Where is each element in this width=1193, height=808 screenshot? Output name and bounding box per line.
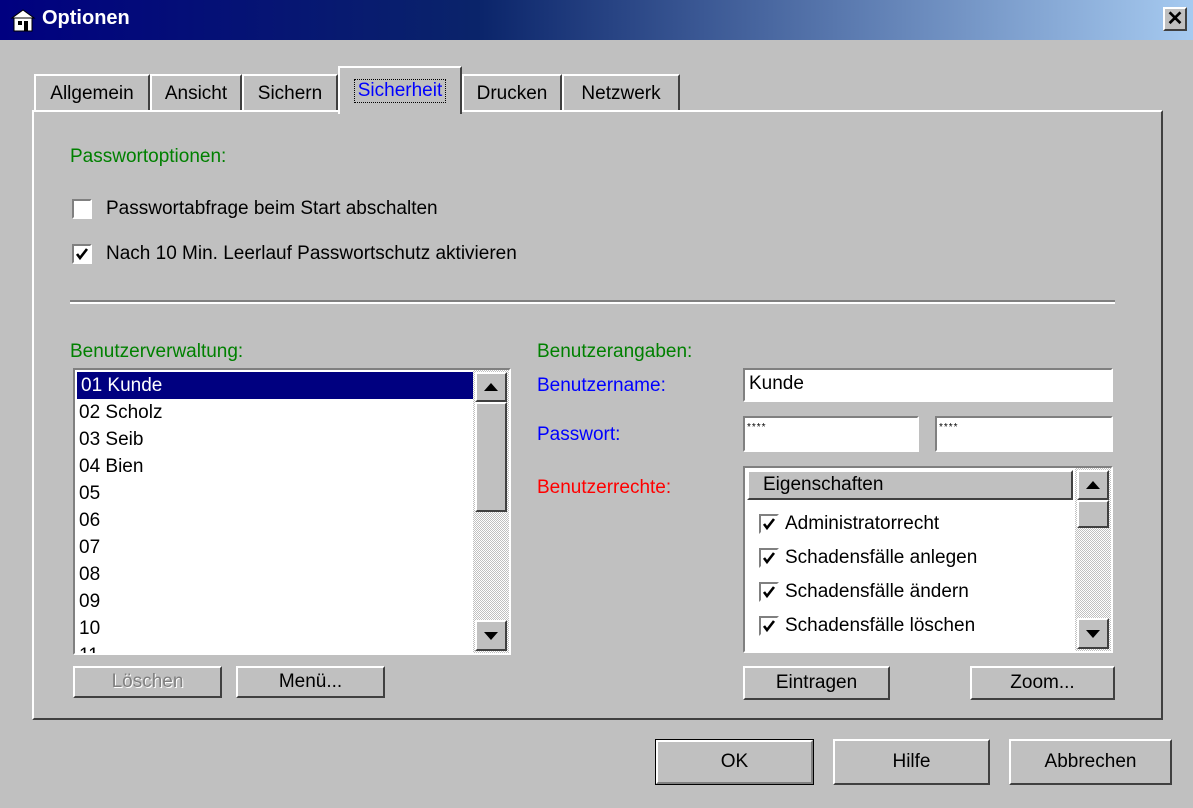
tab-label: Sichern — [257, 83, 323, 104]
scroll-up-button[interactable] — [1077, 470, 1109, 500]
right-label: Administratorrecht — [785, 513, 940, 534]
tab-label: Netzwerk — [581, 83, 661, 104]
rights-column-header[interactable]: Eigenschaften — [747, 470, 1073, 500]
list-item[interactable]: 10 — [79, 615, 100, 642]
window-title: Optionen — [42, 7, 130, 29]
user-list-scrollbar[interactable] — [473, 370, 509, 653]
scroll-up-button[interactable] — [475, 372, 507, 402]
checkmark-icon — [762, 518, 776, 531]
list-item[interactable]: 07 — [79, 534, 100, 561]
right-checkbox[interactable] — [759, 616, 779, 636]
close-icon: ✕ — [1166, 8, 1184, 30]
arrow-up-icon — [484, 383, 498, 391]
close-button[interactable]: ✕ — [1163, 7, 1187, 31]
right-checkbox[interactable] — [759, 548, 779, 568]
button-label: Zoom... — [1010, 672, 1075, 693]
tab-ansicht[interactable]: Ansicht — [150, 74, 242, 112]
help-button[interactable]: Hilfe — [833, 739, 990, 785]
list-item[interactable]: 02 Scholz — [79, 399, 162, 426]
list-item[interactable]: 04 Bien — [79, 453, 143, 480]
right-administrator[interactable]: Administratorrecht — [759, 507, 939, 541]
scroll-down-button[interactable] — [1077, 618, 1109, 649]
password-label: Passwort: — [537, 424, 621, 445]
button-label: Eintragen — [775, 672, 858, 693]
list-item[interactable]: 08 — [79, 561, 100, 588]
tab-label: Allgemein — [50, 83, 134, 104]
checkmark-icon — [762, 552, 776, 565]
user-list[interactable]: 01 Kunde 02 Scholz 03 Seib 04 Bien 05 06… — [73, 368, 511, 655]
title-bar[interactable]: Optionen ✕ — [0, 0, 1193, 40]
tab-sicherheit[interactable]: Sicherheit — [338, 66, 462, 114]
zoom-button[interactable]: Zoom... — [970, 666, 1115, 700]
tab-label: Drucken — [476, 83, 548, 104]
enter-button[interactable]: Eintragen — [743, 666, 890, 700]
user-details-heading: Benutzerangaben: — [537, 341, 693, 362]
ok-button[interactable]: OK — [655, 739, 814, 785]
idle-lock-option[interactable]: Nach 10 Min. Leerlauf Passwortschutz akt… — [72, 243, 517, 265]
list-item[interactable]: 05 — [79, 480, 100, 507]
checkmark-icon — [75, 248, 89, 261]
username-label: Benutzername: — [537, 375, 666, 396]
menu-button[interactable]: Menü... — [236, 666, 385, 698]
password-options-heading: Passwortoptionen: — [70, 146, 227, 167]
password-input[interactable]: **** — [743, 416, 919, 452]
arrow-down-icon — [1086, 629, 1100, 638]
scroll-down-button[interactable] — [475, 620, 507, 651]
password-confirm-input[interactable]: **** — [935, 416, 1113, 452]
delete-user-button[interactable]: Löschen — [73, 666, 222, 698]
disable-password-prompt-option[interactable]: Passwortabfrage beim Start abschalten — [72, 198, 438, 220]
button-label: Hilfe — [892, 751, 931, 772]
tab-drucken[interactable]: Drucken — [462, 74, 562, 112]
tab-label: Sicherheit — [353, 79, 447, 103]
list-item[interactable]: 03 Seib — [79, 426, 143, 453]
rights-list-scrollbar[interactable] — [1075, 468, 1111, 651]
right-create-claims[interactable]: Schadensfälle anlegen — [759, 541, 977, 575]
disable-password-prompt-checkbox[interactable] — [72, 199, 92, 219]
tab-netzwerk[interactable]: Netzwerk — [562, 74, 680, 112]
tab-allgemein[interactable]: Allgemein — [34, 74, 150, 112]
button-label: Abbrechen — [1044, 751, 1137, 772]
button-label: OK — [720, 751, 749, 772]
list-item[interactable]: 06 — [79, 507, 100, 534]
button-label: Löschen — [111, 671, 184, 692]
tab-sichern[interactable]: Sichern — [242, 74, 338, 112]
scroll-thumb[interactable] — [475, 402, 507, 512]
right-label: Schadensfälle löschen — [785, 615, 976, 636]
idle-lock-checkbox[interactable] — [72, 244, 92, 264]
separator — [70, 300, 1115, 304]
right-label: Schadensfälle anlegen — [785, 547, 978, 568]
right-edit-claims[interactable]: Schadensfälle ändern — [759, 575, 969, 609]
list-item[interactable]: 01 Kunde — [77, 372, 473, 399]
scroll-thumb[interactable] — [1077, 500, 1109, 528]
user-rights-label: Benutzerrechte: — [537, 477, 672, 498]
user-rights-list[interactable]: Eigenschaften Administratorrecht Schaden… — [743, 466, 1113, 653]
cancel-button[interactable]: Abbrechen — [1009, 739, 1172, 785]
option-label: Passwortabfrage beim Start abschalten — [106, 198, 438, 219]
username-input[interactable]: Kunde — [743, 368, 1113, 402]
app-icon — [10, 8, 36, 32]
right-delete-claims[interactable]: Schadensfälle löschen — [759, 609, 975, 643]
button-label: Menü... — [278, 671, 343, 692]
right-checkbox[interactable] — [759, 514, 779, 534]
arrow-down-icon — [484, 631, 498, 640]
list-item[interactable]: 11 — [79, 642, 99, 653]
list-item[interactable]: 09 — [79, 588, 100, 615]
right-checkbox[interactable] — [759, 582, 779, 602]
user-admin-heading: Benutzerverwaltung: — [70, 341, 244, 362]
right-label: Schadensfälle ändern — [785, 581, 969, 602]
checkmark-icon — [762, 620, 776, 633]
checkmark-icon — [762, 586, 776, 599]
tab-label: Ansicht — [164, 83, 228, 104]
arrow-up-icon — [1086, 481, 1100, 489]
option-label: Nach 10 Min. Leerlauf Passwortschutz akt… — [106, 243, 517, 264]
